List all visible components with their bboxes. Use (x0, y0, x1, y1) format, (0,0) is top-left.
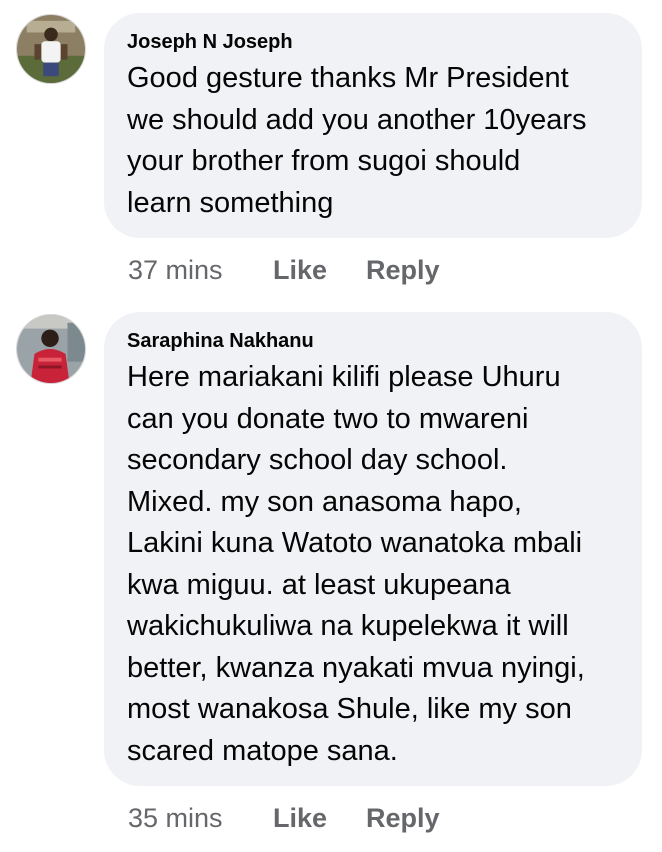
comment-text-line: learn something (127, 186, 334, 219)
comment-text-line: can you donate two to mwareni (127, 402, 529, 435)
reply-button[interactable]: Reply (366, 254, 440, 286)
comment-timestamp[interactable]: 35 mins (128, 802, 273, 834)
comment-text-line: your brother from sugoi should (127, 145, 521, 177)
avatar[interactable] (16, 314, 86, 384)
avatar[interactable] (16, 14, 86, 84)
like-button[interactable]: Like (273, 254, 366, 286)
comment-text: Good gesture thanks Mr President we shou… (127, 58, 622, 224)
comment-timestamp[interactable]: 37 mins (128, 254, 273, 286)
profile-photo (17, 15, 85, 83)
comment-bubble: Joseph N Joseph Good gesture thanks Mr P… (104, 13, 642, 238)
like-button[interactable]: Like (273, 802, 366, 834)
comment-author[interactable]: Joseph N Joseph (127, 30, 622, 54)
comment-text-line: kwa miguu. at least ukupeana (127, 568, 511, 601)
comment-actions: 35 mins Like Reply (128, 802, 440, 834)
comment-text-line: most wanakosa Shule, like my son (127, 693, 572, 725)
comment-text-line: scared matope sana. (127, 734, 398, 767)
comment-text-line: wakichukuliwa na kupelekwa it will (127, 610, 569, 642)
comment-text: Here mariakani kilifi please Uhuru can y… (127, 357, 622, 772)
comment-author[interactable]: Saraphina Nakhanu (127, 329, 622, 353)
comment-text-line: Mixed. my son anasoma hapo, (127, 485, 522, 518)
comment-text-line: secondary school day school. (127, 444, 508, 476)
comment-actions: 37 mins Like Reply (128, 254, 440, 286)
comment-text-line: Here mariakani kilifi please Uhuru (127, 361, 561, 393)
profile-photo (17, 315, 85, 383)
comment-bubble: Saraphina Nakhanu Here mariakani kilifi … (104, 312, 642, 786)
comment-text-line: we should add you another 10years (127, 103, 587, 136)
reply-button[interactable]: Reply (366, 802, 440, 834)
comment-text-line: Lakini kuna Watoto wanatoka mbali (127, 527, 583, 559)
comment-text-line: better, kwanza nyakati mvua nyingi, (127, 651, 585, 684)
comment-text-line: Good gesture thanks Mr President (127, 62, 569, 94)
